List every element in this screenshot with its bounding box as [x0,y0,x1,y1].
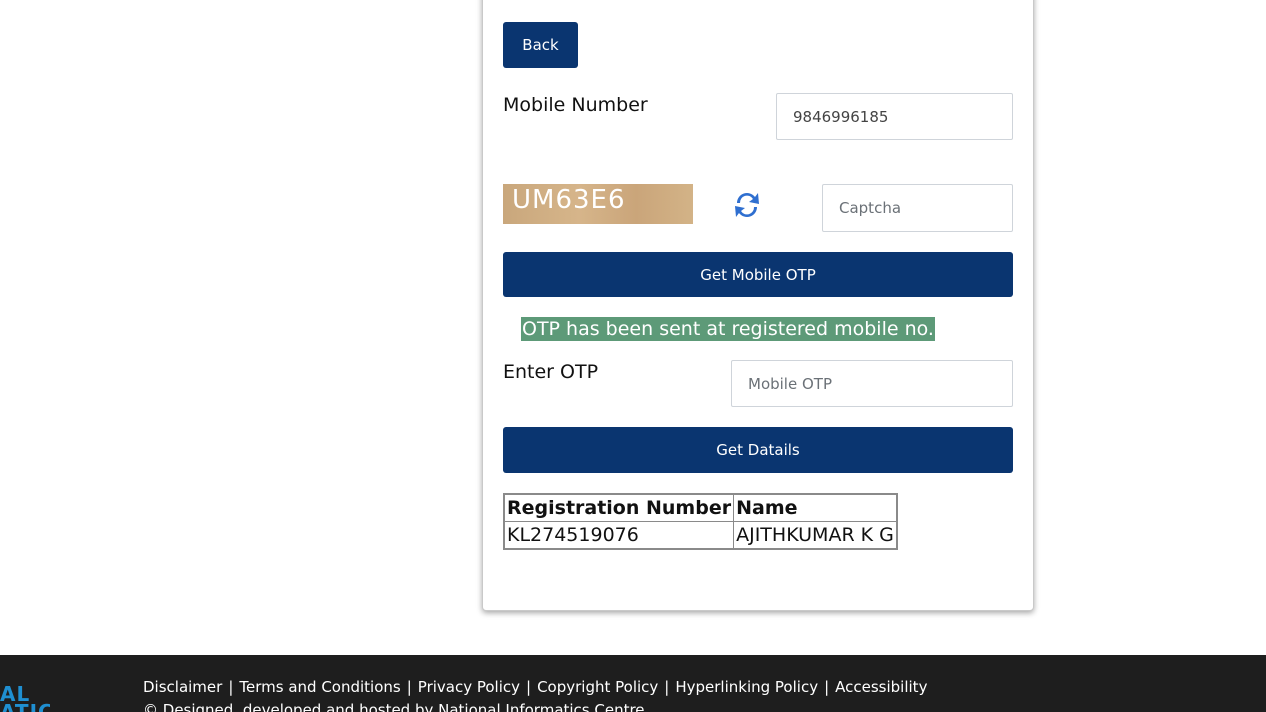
footer-copyright: © Designed, developed and hosted by Nati… [143,701,645,712]
terms-link[interactable]: Terms and Conditions [239,678,400,696]
results-table: Registration Number Name KL274519076 AJI… [503,493,898,550]
separator: | [664,678,670,696]
get-mobile-otp-button[interactable]: Get Mobile OTP [503,252,1013,297]
mobile-number-label: Mobile Number [503,94,648,116]
get-details-button[interactable]: Get Datails [503,427,1013,473]
name-cell: AJITHKUMAR K G [733,521,898,550]
column-header-registration-number: Registration Number [503,493,735,522]
separator: | [228,678,234,696]
footer-links: Disclaimer | Terms and Conditions | Privacy … [143,678,927,696]
table-header-row: Registration Number Name [503,493,898,522]
captcha-input[interactable] [822,184,1013,232]
separator: | [406,678,412,696]
accessibility-link[interactable]: Accessibility [835,678,927,696]
copyright-policy-link[interactable]: Copyright Policy [537,678,658,696]
enter-otp-label: Enter OTP [503,361,599,383]
refresh-icon[interactable] [731,188,763,222]
hyperlinking-policy-link[interactable]: Hyperlinking Policy [675,678,818,696]
footer: AL ATICS Disclaimer | Terms and Conditions… [0,655,1266,712]
otp-sent-message: OTP has been sent at registered mobile n… [521,317,935,341]
nic-logo: AL ATICS [0,685,50,712]
column-header-name: Name [733,493,898,522]
separator: | [824,678,830,696]
table-row: KL274519076 AJITHKUMAR K G [503,521,898,550]
registration-number-cell: KL274519076 [503,521,735,550]
disclaimer-link[interactable]: Disclaimer [143,678,222,696]
back-button[interactable]: Back [503,22,578,68]
mobile-otp-input[interactable] [731,360,1013,407]
mobile-number-input[interactable] [776,93,1013,140]
privacy-policy-link[interactable]: Privacy Policy [418,678,520,696]
separator: | [526,678,532,696]
captcha-image: UM63E6 [503,184,693,224]
